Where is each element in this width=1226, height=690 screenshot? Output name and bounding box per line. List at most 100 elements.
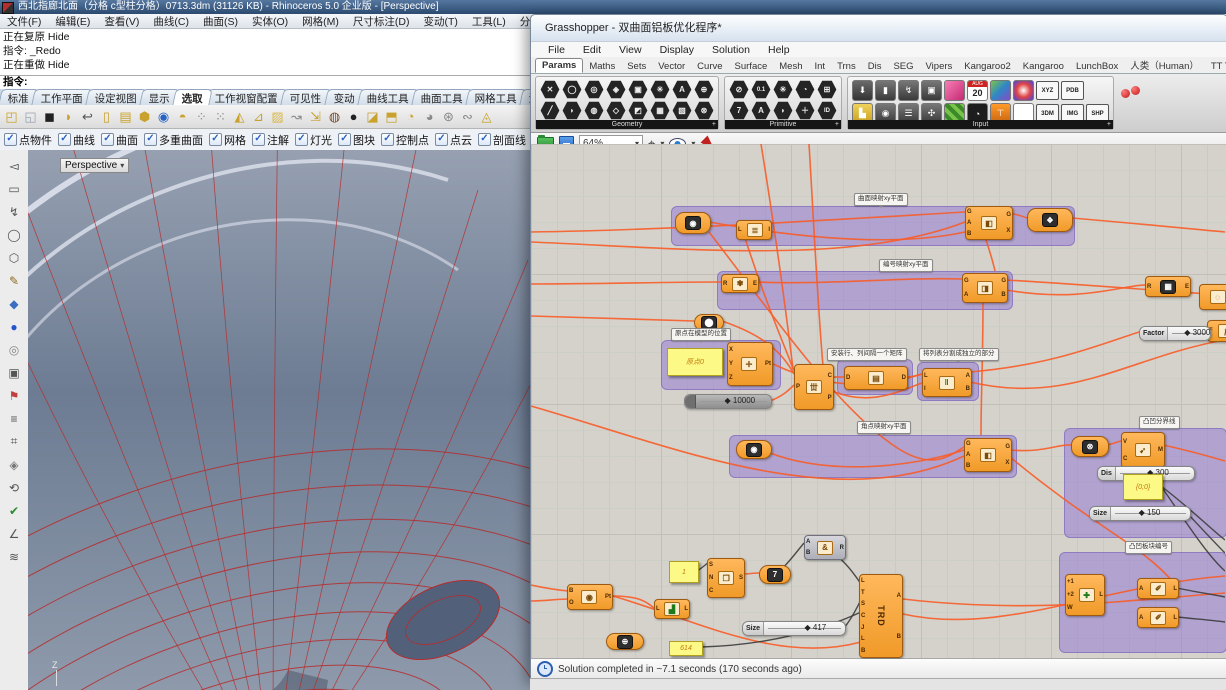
gh-component-icon[interactable]: A <box>672 80 692 99</box>
gh-tab[interactable]: Maths <box>583 60 621 73</box>
checkbox-checked-icon[interactable]: ✓ <box>209 133 222 146</box>
gh-component-icon[interactable]: ◗ <box>773 101 793 120</box>
rhino-command-prompt[interactable]: 指令: <box>0 75 533 90</box>
gh-component[interactable]: ❖ <box>1027 208 1073 232</box>
gh-panel[interactable]: {0;0} <box>1123 474 1163 500</box>
gh-component-icon[interactable]: ＋ <box>795 101 815 120</box>
gh-panel[interactable]: 614 <box>669 641 703 656</box>
gh-tab[interactable]: Params <box>535 58 583 73</box>
gh-component-icon[interactable]: ◈ <box>606 80 626 99</box>
gh-tab[interactable]: Surface <box>729 60 774 73</box>
gh-component-icon[interactable]: ▧ <box>672 101 692 120</box>
gh-component[interactable]: BO ◉ Pt <box>567 584 613 610</box>
rhino-tool-icon[interactable]: ▯ <box>97 107 116 126</box>
rhino-sidebar-tool-icon[interactable]: ↯ <box>2 200 26 223</box>
gh-component[interactable]: +1+2W ✚ L <box>1065 574 1105 616</box>
gh-component[interactable]: GAB ◧ GX <box>965 206 1013 240</box>
rhino-tool-icon[interactable]: ↝ <box>287 107 306 126</box>
rhino-menu-item[interactable]: 变动(T) <box>417 14 465 29</box>
filter-checkbox-点物件[interactable]: ✓点物件 <box>4 132 52 148</box>
rhino-tool-icon[interactable]: ◭ <box>230 107 249 126</box>
rhino-sidebar-tool-icon[interactable]: ▭ <box>2 177 26 200</box>
gh-menu-item[interactable]: Edit <box>574 44 610 56</box>
checkbox-checked-icon[interactable]: ✓ <box>478 133 491 146</box>
rhino-tool-icon[interactable]: ▤ <box>116 107 135 126</box>
rhino-sidebar-tool-icon[interactable]: ⬡ <box>2 246 26 269</box>
viewport-title-chip[interactable]: Perspective ▾ <box>60 158 129 173</box>
checkbox-checked-icon[interactable]: ✓ <box>252 133 265 146</box>
rhino-sidebar-tool-icon[interactable]: ⟲ <box>2 476 26 499</box>
gh-component-icon[interactable]: ◔ <box>795 80 815 99</box>
rhino-menu-item[interactable]: 网格(M) <box>295 14 346 29</box>
rhino-tool-icon[interactable]: ⁙ <box>211 107 230 126</box>
gh-number-slider[interactable]: Factor◆ 3000 <box>1139 326 1211 341</box>
rhino-tool-icon[interactable]: ⇲ <box>306 107 325 126</box>
gh-component[interactable]: SNC ❐ S <box>707 558 745 598</box>
gh-tab[interactable]: Vector <box>652 60 691 73</box>
gh-component-icon[interactable]: ⊕ <box>694 80 714 99</box>
rhino-tab[interactable]: 工作视窗配置 <box>205 89 287 105</box>
rhino-tool-icon[interactable]: ▨ <box>268 107 287 126</box>
gh-component[interactable]: XYZ ✛ Pt <box>727 342 773 386</box>
rhino-tool-icon[interactable]: ● <box>344 107 363 126</box>
gh-component-icon[interactable]: ▣ <box>921 80 942 101</box>
rhino-tool-icon[interactable]: ◓ <box>173 107 192 126</box>
gh-component-icon[interactable] <box>990 80 1011 101</box>
rhino-menu-item[interactable]: 曲线(C) <box>146 14 196 29</box>
gh-tab[interactable]: Int <box>809 60 832 73</box>
checkbox-checked-icon[interactable]: ✓ <box>295 133 308 146</box>
gh-component-icon[interactable]: ✳ <box>650 80 670 99</box>
gh-component[interactable]: GA ◨ GB <box>962 273 1008 303</box>
filter-checkbox-曲面[interactable]: ✓曲面 <box>101 132 138 148</box>
gh-tab[interactable]: Curve <box>691 60 728 73</box>
rhino-menu-item[interactable]: 工具(L) <box>465 14 513 29</box>
gh-component[interactable]: P 丗 CP <box>794 364 834 410</box>
rhino-tool-icon[interactable]: ◔ <box>401 107 420 126</box>
gh-component[interactable]: R ✾ E <box>721 274 759 293</box>
rhino-tool-icon[interactable]: ⁘ <box>192 107 211 126</box>
rhino-tab[interactable]: 设定视图 <box>85 89 146 105</box>
rhino-sidebar-tool-icon[interactable]: ⌗ <box>2 430 26 453</box>
gh-menu-item[interactable]: Help <box>759 44 799 56</box>
gh-component-icon[interactable]: 7 <box>729 101 749 120</box>
rhino-menu-item[interactable]: 查看(V) <box>97 14 146 29</box>
gh-component-icon[interactable]: ⬇ <box>852 80 873 101</box>
gh-panel[interactable]: 1 <box>669 561 699 583</box>
rhino-sidebar-tool-icon[interactable]: ▣ <box>2 361 26 384</box>
rhino-sidebar-tool-icon[interactable]: ◈ <box>2 453 26 476</box>
rhino-sidebar-tool-icon[interactable]: ◯ <box>2 223 26 246</box>
rhino-tool-icon[interactable]: ⊿ <box>249 107 268 126</box>
rhino-sidebar-tool-icon[interactable]: ◅ <box>2 154 26 177</box>
rhino-tool-icon[interactable]: ◱ <box>21 107 40 126</box>
gh-component-icon[interactable]: ✕ <box>540 80 560 99</box>
gh-tab[interactable]: Mesh <box>773 60 808 73</box>
checkbox-checked-icon[interactable]: ✓ <box>4 133 17 146</box>
gh-menu-item[interactable]: View <box>610 44 651 56</box>
filter-checkbox-注解[interactable]: ✓注解 <box>252 132 289 148</box>
gh-component-icon[interactable]: ◩ <box>628 101 648 120</box>
gh-component[interactable]: ◉ <box>675 212 711 234</box>
rhino-tab[interactable]: 曲线工具 <box>357 89 418 105</box>
grasshopper-canvas[interactable]: ◉L ≣ IGAB ◧ GX❖R ✾ EGA ◨ GBR ▦ E ◌ GX⬤XY… <box>531 144 1226 659</box>
gh-component[interactable]: 7 <box>759 565 791 584</box>
gh-tab[interactable]: SEG <box>887 60 919 73</box>
filter-checkbox-控制点[interactable]: ✓控制点 <box>381 132 429 148</box>
gh-component[interactable]: AB & R <box>804 535 846 560</box>
cherry-icon[interactable] <box>1121 79 1141 99</box>
checkbox-checked-icon[interactable]: ✓ <box>58 133 71 146</box>
rhino-tab[interactable]: 选取 <box>172 89 212 105</box>
gh-component-icon[interactable]: ▮ <box>875 80 896 101</box>
rhino-sidebar-tool-icon[interactable]: ⚑ <box>2 384 26 407</box>
rhino-menu-item[interactable]: 文件(F) <box>0 14 48 29</box>
gh-component-icon[interactable]: ◎ <box>584 80 604 99</box>
gh-component-icon[interactable]: ◍ <box>584 101 604 120</box>
rhino-sidebar-tool-icon[interactable]: ∠ <box>2 522 26 545</box>
gh-menu-item[interactable]: Solution <box>703 44 759 56</box>
gh-tab[interactable]: 人类（Human） <box>1124 57 1205 73</box>
rhino-tab[interactable]: 网格工具 <box>465 89 526 105</box>
gh-component[interactable]: ⊗ <box>1071 436 1109 457</box>
rhino-viewport[interactable]: Perspective ▾ <box>28 150 530 690</box>
gh-component[interactable]: LI ‖ AB <box>922 368 972 397</box>
gh-component-icon[interactable]: ✳ <box>773 80 793 99</box>
gh-tab[interactable]: Vipers <box>920 60 959 73</box>
